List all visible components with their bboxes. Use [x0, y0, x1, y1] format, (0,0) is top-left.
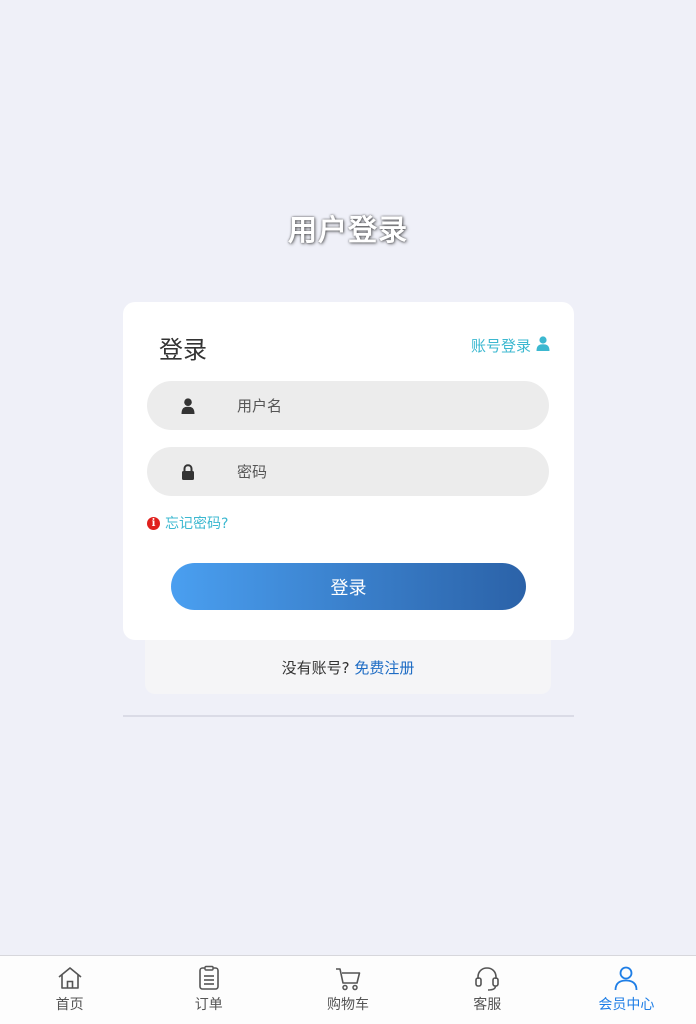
password-field[interactable]: [147, 447, 549, 496]
forgot-password-label: 忘记密码?: [165, 516, 229, 532]
tab-label: 会员中心: [598, 997, 655, 1013]
home-icon: [58, 967, 82, 989]
login-button[interactable]: 登录: [171, 563, 526, 610]
divider: [123, 715, 574, 717]
register-line: 没有账号? 免费注册: [145, 657, 551, 678]
tab-label: 客服: [473, 997, 502, 1013]
user-icon: [181, 397, 195, 414]
headset-icon: [475, 967, 500, 991]
tab-orders[interactable]: 订单: [139, 956, 278, 1024]
forgot-password-link[interactable]: i 忘记密码?: [147, 513, 228, 533]
login-card-title: 登录: [159, 336, 207, 364]
tab-service[interactable]: 客服: [418, 956, 557, 1024]
login-card: 登录 账号登录 i 忘记密码? 登录: [123, 302, 574, 640]
tab-cart[interactable]: 购物车: [278, 956, 417, 1024]
username-field[interactable]: [147, 381, 549, 430]
page-title: 用户登录: [287, 213, 408, 247]
register-prompt: 没有账号?: [281, 659, 350, 677]
tab-label: 购物车: [327, 997, 369, 1013]
account-login-link[interactable]: 账号登录: [471, 335, 550, 356]
tab-home[interactable]: 首页: [0, 956, 139, 1024]
user-icon: [536, 336, 550, 355]
tab-member-center[interactable]: 会员中心: [557, 956, 696, 1024]
bottom-tabbar: 首页 订单 购物车 客服 会员中心: [0, 955, 696, 1024]
tab-label: 订单: [194, 997, 223, 1013]
tab-label: 首页: [55, 997, 84, 1013]
register-link[interactable]: 免费注册: [354, 659, 414, 677]
password-input[interactable]: [237, 462, 517, 481]
lock-icon: [181, 463, 195, 480]
clipboard-icon: [198, 965, 219, 990]
info-icon: i: [147, 516, 160, 530]
username-input[interactable]: [237, 396, 517, 415]
account-login-label: 账号登录: [470, 337, 531, 355]
user-icon: [615, 966, 638, 991]
cart-icon: [336, 968, 361, 991]
